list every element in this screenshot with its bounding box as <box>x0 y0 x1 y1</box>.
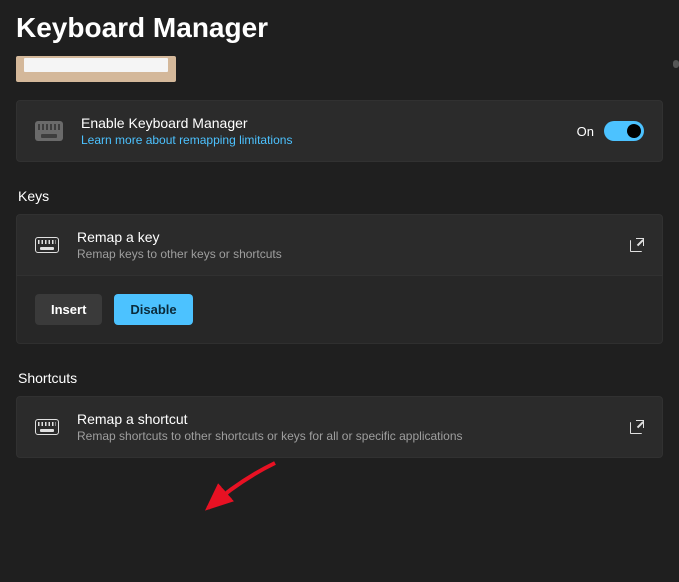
key-mapping-row: Insert Disable <box>16 276 663 344</box>
enable-title: Enable Keyboard Manager <box>81 115 559 131</box>
remap-shortcut-sub: Remap shortcuts to other shortcuts or ke… <box>77 429 612 443</box>
remap-key-title: Remap a key <box>77 229 612 245</box>
keyboard-icon <box>35 121 63 141</box>
remap-key-row[interactable]: Remap a key Remap keys to other keys or … <box>16 214 663 276</box>
toggle-state-label: On <box>577 124 594 139</box>
enable-toggle[interactable] <box>604 121 644 141</box>
remap-shortcut-title: Remap a shortcut <box>77 411 612 427</box>
keyboard-icon <box>35 419 59 435</box>
learn-more-link[interactable]: Learn more about remapping limitations <box>81 133 559 147</box>
remap-shortcut-row[interactable]: Remap a shortcut Remap shortcuts to othe… <box>16 396 663 458</box>
preview-thumbnail <box>16 56 176 82</box>
section-keys-label: Keys <box>18 188 663 204</box>
open-external-icon[interactable] <box>630 420 644 434</box>
scrollbar[interactable] <box>673 60 679 68</box>
section-shortcuts-label: Shortcuts <box>18 370 663 386</box>
keyboard-icon <box>35 237 59 253</box>
enable-keyboard-manager-row: Enable Keyboard Manager Learn more about… <box>16 100 663 162</box>
chip-target-key[interactable]: Disable <box>114 294 192 325</box>
page-title: Keyboard Manager <box>0 0 679 52</box>
chip-source-key[interactable]: Insert <box>35 294 102 325</box>
annotation-arrow <box>200 460 280 515</box>
open-external-icon[interactable] <box>630 238 644 252</box>
remap-key-sub: Remap keys to other keys or shortcuts <box>77 247 612 261</box>
